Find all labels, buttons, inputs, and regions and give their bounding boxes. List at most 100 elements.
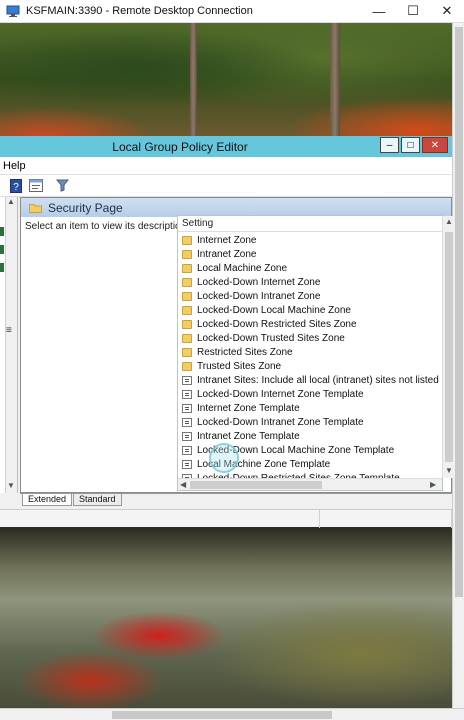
settings-row-label: Trusted Sites Zone xyxy=(197,360,282,372)
gpe-body: ▲ ≡ ▼ Security Page Select an item to vi… xyxy=(0,197,454,528)
help-icon[interactable]: ? xyxy=(8,178,24,194)
wallpaper-tree-trunk xyxy=(330,23,340,136)
settings-folder-row[interactable]: Locked-Down Intranet Zone xyxy=(178,289,442,303)
gpe-titlebar: Local Group Policy Editor – □ ✕ xyxy=(0,136,452,157)
tree-item-marker xyxy=(0,227,4,236)
rdp-window-title: KSFMAIN:3390 - Remote Desktop Connection xyxy=(26,5,253,17)
settings-policy-row[interactable]: Locked-Down Restricted Sites Zone Templa… xyxy=(178,471,442,478)
settings-row-label: Intranet Zone Template xyxy=(197,430,300,442)
rdp-vertical-scroll-thumb[interactable] xyxy=(455,27,463,597)
desktop-wallpaper-top xyxy=(0,23,464,136)
settings-row-label: Locked-Down Trusted Sites Zone xyxy=(197,332,345,344)
settings-policy-row[interactable]: Intranet Sites: Include all local (intra… xyxy=(178,373,442,387)
settings-row-label: Locked-Down Internet Zone xyxy=(197,276,321,288)
settings-row-label: Restricted Sites Zone xyxy=(197,346,293,358)
pointer-highlight xyxy=(209,443,239,473)
settings-policy-row[interactable]: Intranet Zone Template xyxy=(178,429,442,443)
tree-vertical-scrollbar[interactable]: ▲ ≡ ▼ xyxy=(5,197,17,493)
settings-policy-row[interactable]: Locked-Down Internet Zone Template xyxy=(178,387,442,401)
settings-folder-row[interactable]: Locked-Down Trusted Sites Zone xyxy=(178,331,442,345)
folder-icon xyxy=(182,291,192,301)
column-header-setting[interactable]: Setting xyxy=(178,216,442,232)
settings-folder-row[interactable]: Local Machine Zone xyxy=(178,261,442,275)
svg-text:?: ? xyxy=(13,182,19,193)
desktop-wallpaper-bottom xyxy=(0,527,454,708)
rdp-close-button[interactable]: ✕ xyxy=(430,0,464,23)
settings-folder-row[interactable]: Intranet Zone xyxy=(178,247,442,261)
pane-header-title: Security Page xyxy=(48,200,123,215)
tab-standard[interactable]: Standard xyxy=(73,494,122,506)
scroll-up-icon[interactable]: ▲ xyxy=(445,217,453,226)
settings-folder-row[interactable]: Trusted Sites Zone xyxy=(178,359,442,373)
settings-folder-row[interactable]: Restricted Sites Zone xyxy=(178,345,442,359)
details-pane: Security Page Select an item to view its… xyxy=(20,197,454,493)
folder-icon xyxy=(182,249,192,259)
policy-setting-icon xyxy=(182,459,192,469)
settings-row-label: Locked-Down Internet Zone Template xyxy=(197,388,364,400)
settings-row-label: Locked-Down Intranet Zone xyxy=(197,290,321,302)
remote-desktop-icon xyxy=(6,5,20,17)
gpe-menubar: Help xyxy=(0,157,452,175)
tree-item-marker xyxy=(0,263,4,272)
scroll-left-icon[interactable]: ◀ xyxy=(180,480,186,489)
gpe-window: Local Group Policy Editor – □ ✕ Help ? ▲… xyxy=(0,136,454,528)
rdp-horizontal-scrollbar[interactable] xyxy=(0,708,464,720)
tab-extended[interactable]: Extended xyxy=(22,494,73,506)
settings-row-label: Locked-Down Local Machine Zone xyxy=(197,304,351,316)
folder-icon xyxy=(182,333,192,343)
settings-folder-row[interactable]: Locked-Down Restricted Sites Zone xyxy=(178,317,442,331)
folder-icon xyxy=(182,361,192,371)
gpe-maximize-button[interactable]: □ xyxy=(401,137,420,153)
settings-vertical-scroll-thumb[interactable] xyxy=(445,232,453,462)
rdp-minimize-button[interactable]: — xyxy=(362,0,396,23)
settings-row-label: Internet Zone xyxy=(197,234,257,246)
folder-icon xyxy=(182,305,192,315)
folder-icon xyxy=(29,203,42,213)
settings-row-label: Intranet Sites: Include all local (intra… xyxy=(197,374,442,386)
description-text: Select an item to view its description. xyxy=(25,221,189,232)
policy-setting-icon xyxy=(182,403,192,413)
folder-icon xyxy=(182,319,192,329)
scroll-grip-icon[interactable]: ≡ xyxy=(6,325,12,336)
status-segment xyxy=(320,510,452,528)
gpe-toolbar: ? xyxy=(0,175,452,197)
status-segment xyxy=(0,510,320,528)
settings-horizontal-scroll-thumb[interactable] xyxy=(190,481,322,489)
settings-policy-row[interactable]: Internet Zone Template xyxy=(178,401,442,415)
rdp-maximize-button[interactable]: ☐ xyxy=(396,0,430,23)
policy-setting-icon xyxy=(182,389,192,399)
settings-row-label: Locked-Down Restricted Sites Zone xyxy=(197,318,357,330)
menu-help[interactable]: Help xyxy=(3,160,26,172)
settings-row-label: Intranet Zone xyxy=(197,248,257,260)
folder-icon xyxy=(182,235,192,245)
scroll-up-icon[interactable]: ▲ xyxy=(7,197,15,206)
settings-folder-row[interactable]: Locked-Down Internet Zone xyxy=(178,275,442,289)
settings-horizontal-scrollbar[interactable]: ◀ ▶ xyxy=(178,478,442,490)
tree-item-marker xyxy=(0,245,4,254)
settings-folder-row[interactable]: Locked-Down Local Machine Zone xyxy=(178,303,442,317)
properties-icon[interactable] xyxy=(28,178,44,194)
gpe-window-title: Local Group Policy Editor xyxy=(112,139,248,154)
gpe-close-button[interactable]: ✕ xyxy=(422,137,448,153)
policy-setting-icon xyxy=(182,375,192,385)
gpe-minimize-button[interactable]: – xyxy=(380,137,399,153)
scroll-right-icon[interactable]: ▶ xyxy=(430,480,436,489)
scroll-down-icon[interactable]: ▼ xyxy=(7,481,15,490)
policy-setting-icon xyxy=(182,417,192,427)
filter-icon[interactable] xyxy=(54,178,70,194)
policy-setting-icon xyxy=(182,431,192,441)
policy-setting-icon xyxy=(182,445,192,455)
settings-row-label: Locked-Down Intranet Zone Template xyxy=(197,416,364,428)
status-bar xyxy=(0,509,452,528)
folder-icon xyxy=(182,263,192,273)
rdp-horizontal-scroll-thumb[interactable] xyxy=(112,711,332,719)
settings-policy-row[interactable]: Locked-Down Intranet Zone Template xyxy=(178,415,442,429)
scroll-down-icon[interactable]: ▼ xyxy=(445,466,453,475)
settings-row-label: Local Machine Zone xyxy=(197,262,288,274)
settings-folder-row[interactable]: Internet Zone xyxy=(178,233,442,247)
navigation-tree[interactable]: ▲ ≡ ▼ xyxy=(0,197,18,493)
folder-icon xyxy=(182,277,192,287)
settings-row-label: Internet Zone Template xyxy=(197,402,300,414)
settings-vertical-scrollbar[interactable]: ▲ ▼ xyxy=(442,216,454,478)
folder-icon xyxy=(182,347,192,357)
